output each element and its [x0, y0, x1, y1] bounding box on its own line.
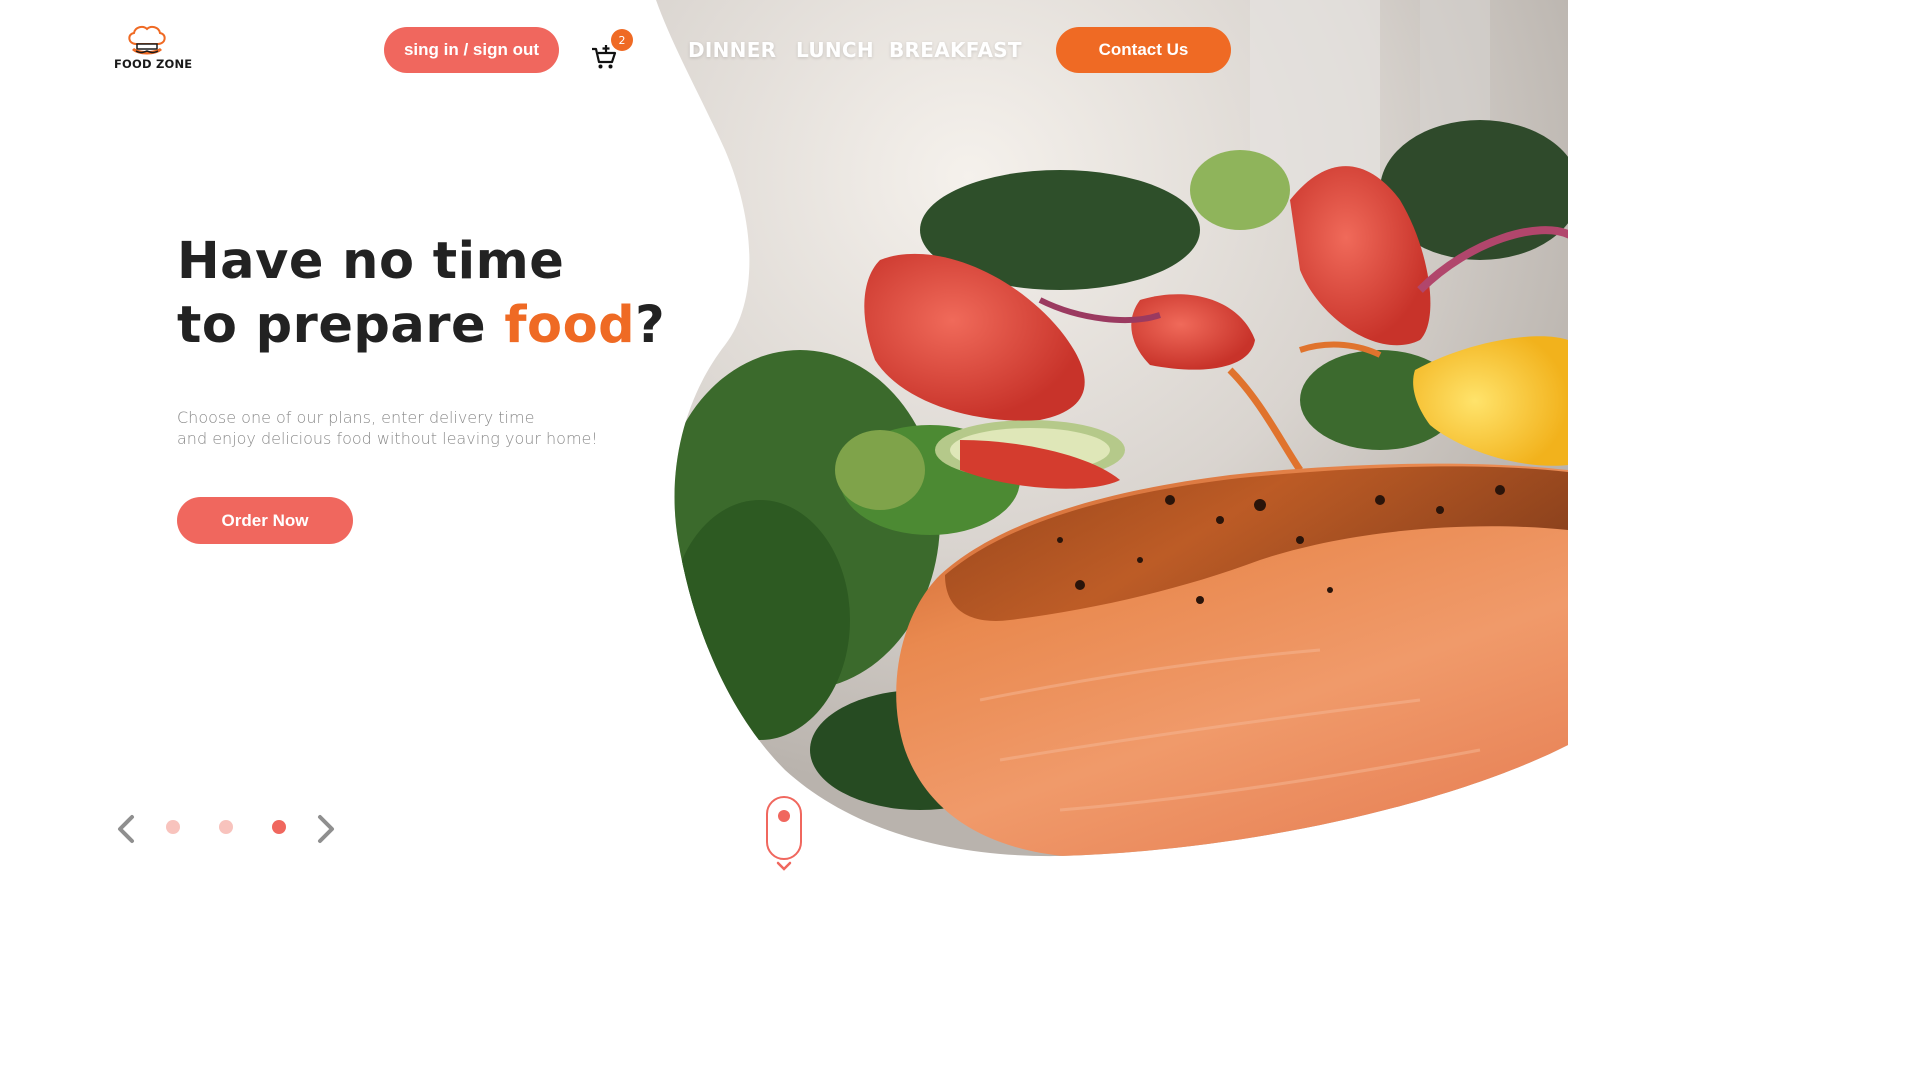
food-zone-logo[interactable]: FOOD ZONE	[112, 24, 192, 74]
contact-us-button[interactable]: Contact Us	[1056, 27, 1231, 73]
subtext-line-1: Choose one of our plans, enter delivery …	[177, 408, 535, 427]
cart-count-badge: 2	[611, 29, 633, 51]
chevron-right-icon	[318, 815, 334, 843]
logo-text: FOOD ZONE	[114, 57, 193, 71]
headline-line-2-prefix: to prepare	[177, 296, 505, 355]
order-now-button[interactable]: Order Now	[177, 497, 353, 544]
scroll-mouse-icon	[766, 796, 802, 871]
slider-dot-2[interactable]	[219, 820, 233, 834]
headline-accent-word: food	[504, 296, 636, 355]
subtext-line-2: and enjoy delicious food without leaving…	[177, 429, 598, 448]
chevron-left-icon	[118, 815, 134, 843]
chevron-down-icon	[776, 861, 792, 871]
hero-headline: Have no time to prepare food?	[177, 230, 665, 358]
slider-dot-3-active[interactable]	[272, 820, 286, 834]
scroll-down-indicator[interactable]	[765, 796, 803, 876]
slider-dot-1[interactable]	[166, 820, 180, 834]
headline-suffix: ?	[635, 296, 666, 355]
slider-next-button[interactable]	[314, 814, 338, 844]
nav-dinner[interactable]: DINNER	[688, 38, 776, 62]
headline-line-1: Have no time	[177, 232, 565, 291]
slider-prev-button[interactable]	[114, 814, 138, 844]
nav-lunch[interactable]: LUNCH	[796, 38, 874, 62]
hero-subtext: Choose one of our plans, enter delivery …	[177, 407, 598, 449]
nav-breakfast[interactable]: BREAKFAST	[889, 38, 1022, 62]
signin-signout-button[interactable]: sing in / sign out	[384, 27, 559, 73]
chef-hat-icon	[128, 25, 166, 55]
